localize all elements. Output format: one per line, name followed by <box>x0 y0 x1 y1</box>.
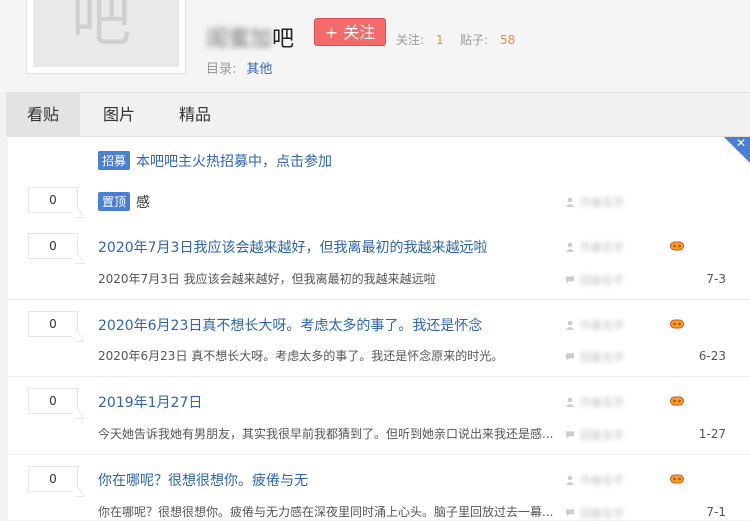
comment-icon <box>566 431 574 439</box>
forum-name-suffix: 吧 <box>272 27 295 52</box>
close-icon[interactable]: ✕ <box>736 136 746 150</box>
thread-row: 0 2020年7月3日我应该会越来越好，但我离最初的我越来越远啦 2020年7月… <box>8 223 750 300</box>
thread-row: 0 你在哪呢？很想很想你。疲倦与无 你在哪呢？很想很想你。疲倦与无力感在深夜里同… <box>8 455 750 520</box>
thread-row: 0 置顶感 作者名字 <box>8 187 750 223</box>
comment-icon <box>566 276 574 284</box>
user-icon <box>566 475 574 485</box>
user-icon <box>566 397 574 407</box>
comment-icon <box>566 509 574 517</box>
thread-author[interactable]: 作者名字 <box>566 394 624 410</box>
post-count-value: 58 <box>500 33 516 47</box>
last-reply-author[interactable]: 回复名字 <box>566 272 624 288</box>
user-icon <box>566 242 574 252</box>
thread-title[interactable]: 2020年6月23日真不想长大呀。考虑太多的事了。我还是怀念 <box>98 315 482 335</box>
thread-row: 0 2019年1月27日 今天她告诉我她有男朋友，其实我很早前我都猜到了。但听到… <box>8 377 750 455</box>
follow-button[interactable]: + 关注 <box>314 18 386 46</box>
level-icon <box>670 241 684 251</box>
last-reply-date: 7-3 <box>706 272 726 286</box>
follow-count: 关注: 1 <box>396 33 444 47</box>
thread-excerpt: 2020年7月3日 我应该会越来越好，但我离最初的我越来越远啦 <box>98 272 436 286</box>
last-reply-author[interactable]: 回复名字 <box>566 505 624 521</box>
user-icon <box>566 320 574 330</box>
catalog: 目录: 其他 <box>206 58 272 77</box>
reply-count: 0 <box>28 187 78 213</box>
catalog-link[interactable]: 其他 <box>246 62 272 77</box>
level-icon <box>670 474 684 484</box>
last-reply-author[interactable]: 回复名字 <box>566 427 624 443</box>
reply-count: 0 <box>28 388 78 414</box>
tab-bar: 看贴 图片 精品 <box>6 92 750 137</box>
thread-excerpt: 今天她告诉我她有男朋友，其实我很早前我都猜到了。但听到她亲口说出来我还是感... <box>98 427 554 441</box>
avatar-placeholder-char: 吧 <box>71 0 131 55</box>
last-reply-date: 7-1 <box>706 505 726 519</box>
tab-images[interactable]: 图片 <box>82 93 156 137</box>
thread-title[interactable]: 2019年1月27日 <box>98 392 202 412</box>
announcement[interactable]: 招募 本吧吧主火热招募中，点击参加 <box>98 151 332 171</box>
forum-avatar[interactable]: 吧 <box>26 0 186 74</box>
tab-featured[interactable]: 精品 <box>158 93 232 137</box>
pinned-badge: 置顶 <box>98 192 131 211</box>
reply-count: 0 <box>28 311 78 337</box>
forum-name-blurred: 闺蜜加 <box>206 27 273 52</box>
tab-posts[interactable]: 看贴 <box>6 93 80 137</box>
thread-list: ✕ 招募 本吧吧主火热招募中，点击参加 0 置顶感 作者名字 0 2020年7月3… <box>8 136 750 520</box>
reply-count: 0 <box>28 233 78 259</box>
last-reply-date: 1-27 <box>698 427 726 441</box>
catalog-label: 目录: <box>206 62 237 77</box>
thread-author[interactable]: 作者名字 <box>566 239 624 255</box>
reply-count: 0 <box>28 466 78 492</box>
thread-title[interactable]: 置顶感 <box>98 192 150 212</box>
thread-row: 0 2020年6月23日真不想长大呀。考虑太多的事了。我还是怀念 2020年6月… <box>8 300 750 377</box>
level-icon <box>670 396 684 406</box>
last-reply-author[interactable]: 回复名字 <box>566 349 624 365</box>
thread-excerpt: 2020年6月23日 真不想长大呀。考虑太多的事了。我还是怀念原来的时光。 <box>98 349 504 363</box>
thread-title[interactable]: 你在哪呢？很想很想你。疲倦与无 <box>98 470 308 490</box>
post-count: 贴子: 58 <box>460 33 516 47</box>
thread-title[interactable]: 2020年7月3日我应该会越来越好，但我离最初的我越来越远啦 <box>98 237 487 257</box>
level-icon <box>670 319 684 329</box>
thread-author[interactable]: 作者名字 <box>566 472 624 488</box>
user-icon <box>566 197 574 207</box>
last-reply-date: 6-23 <box>698 349 726 363</box>
thread-author[interactable]: 作者名字 <box>566 317 624 333</box>
announcement-text: 本吧吧主火热招募中，点击参加 <box>136 154 333 170</box>
forum-name[interactable]: 闺蜜加吧 <box>206 21 294 53</box>
comment-icon <box>566 353 574 361</box>
forum-header: 吧 闺蜜加吧 + 关注 关注: 1 贴子: 58 目录: 其他 <box>0 0 750 92</box>
follow-count-value: 1 <box>436 33 444 47</box>
thread-author[interactable]: 作者名字 <box>566 194 624 210</box>
thread-excerpt: 你在哪呢？很想很想你。疲倦与无力感在深夜里同时涌上心头。脑子里回放过去一幕... <box>98 505 554 519</box>
recruit-badge: 招募 <box>98 151 131 170</box>
